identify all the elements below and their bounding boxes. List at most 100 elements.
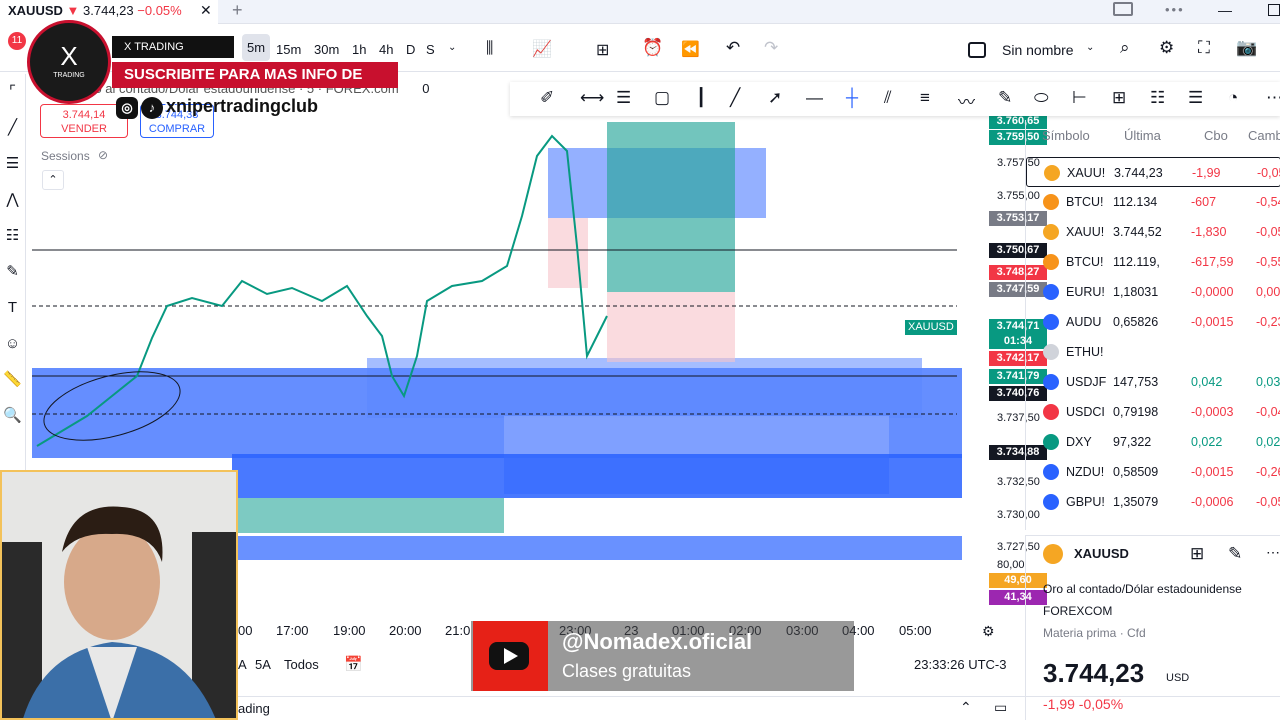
brush-icon[interactable]: ✎ — [0, 254, 25, 290]
detail-price: 3.744,23 — [1043, 658, 1145, 688]
more-tools-icon[interactable]: ⋯ — [1266, 88, 1280, 108]
interval-4h[interactable]: 4h — [379, 42, 393, 57]
candle-type-icon[interactable]: ⫼ — [486, 40, 493, 58]
templates-icon[interactable]: ⊞ — [596, 40, 609, 60]
interval-d[interactable]: D — [406, 42, 415, 57]
fullscreen-icon[interactable]: ⛶ — [1198, 38, 1210, 58]
watchlist-row[interactable]: EURU! 1,18031 -0,0000 0,00 — [1026, 277, 1280, 307]
watchlist-row[interactable]: USDJF 147,753 0,042 0,03 — [1026, 367, 1280, 397]
interval-5m[interactable]: 5m — [242, 34, 271, 61]
watchlist-pct: 0,00 — [1256, 285, 1280, 299]
parallel-icon[interactable]: ⫽ — [884, 88, 892, 108]
interval-30m[interactable]: 30m — [314, 42, 339, 57]
maximize-icon[interactable] — [1268, 4, 1280, 16]
fib-tool-icon[interactable]: ☷ — [1150, 88, 1165, 108]
watchlist-row[interactable]: BTCU! 112.119, -617,59 -0,55 — [1026, 247, 1280, 277]
indicators-icon[interactable]: 📈 — [532, 39, 552, 59]
chevron-down-icon[interactable]: ⌄ — [448, 42, 456, 53]
undo-icon[interactable]: ↶ — [726, 38, 740, 58]
eye-off-icon[interactable]: ⊘ — [98, 148, 108, 162]
camera-icon[interactable]: 📷 — [1236, 38, 1257, 58]
brush-tool-icon[interactable]: ✎ — [998, 88, 1012, 108]
arrow-icon[interactable]: ➚ — [768, 88, 782, 108]
col-change[interactable]: Cbo — [1204, 128, 1228, 143]
zigzag-icon[interactable]: 〰 — [958, 88, 975, 113]
more-icon[interactable]: ⋯ — [1266, 544, 1280, 561]
watchlist-row[interactable]: USDCI 0,79198 -0,0003 -0,04 — [1026, 397, 1280, 427]
watchlist-last: 3.744,23 — [1114, 166, 1163, 180]
magnet-icon[interactable]: ◔ — [1228, 88, 1238, 108]
hline-icon[interactable]: ⟷ — [580, 88, 604, 108]
minus-icon[interactable]: — — [806, 88, 823, 108]
sell-button[interactable]: 3.744,14 VENDER — [40, 104, 128, 138]
shape-icon[interactable]: ⬭ — [1034, 88, 1049, 108]
minimize-icon[interactable]: — — [1218, 2, 1232, 18]
new-tab-icon[interactable]: + — [232, 0, 243, 21]
search-icon[interactable]: ⌕ — [1120, 38, 1130, 58]
more-icon[interactable]: ••• — [1165, 2, 1185, 17]
col-symbol[interactable]: Símbolo — [1042, 128, 1090, 143]
ray-icon[interactable]: ╱ — [730, 88, 740, 108]
ruler-icon[interactable]: 📏 — [0, 362, 25, 398]
symbol-tab[interactable]: XAUUSD ▼ 3.744,23 −0.05% — [0, 0, 218, 24]
close-tab-icon[interactable]: ✕ — [200, 2, 212, 19]
col-last[interactable]: Última — [1124, 128, 1161, 143]
redo-icon[interactable]: ↷ — [764, 38, 778, 58]
layout-icon[interactable] — [1113, 2, 1133, 16]
grid-icon[interactable]: ⊞ — [1190, 544, 1204, 564]
watchlist-row[interactable]: XAUU! 3.744,23 -1,99 -0,05 — [1026, 157, 1280, 187]
layout-name[interactable]: Sin nombre — [1002, 42, 1074, 58]
watchlist-row[interactable]: DXY 97,322 0,022 0,02 — [1026, 427, 1280, 457]
interval-1h[interactable]: 1h — [352, 42, 366, 57]
col-change-pct[interactable]: Camb — [1248, 128, 1280, 143]
watchlist-chg: -0,0000 — [1191, 285, 1234, 299]
pen-icon[interactable]: ✐ — [540, 88, 554, 108]
range-5a[interactable]: 5A — [255, 657, 271, 672]
zoom-icon[interactable]: 🔍 — [0, 398, 25, 434]
instagram-icon: ◎ — [116, 97, 138, 119]
collapse-up-icon[interactable]: ⌃ — [960, 699, 972, 716]
checkbox-icon[interactable] — [968, 42, 986, 58]
watchlist-row[interactable]: ETHU! — [1026, 337, 1280, 367]
bottom-tab[interactable]: ading — [238, 701, 270, 716]
settings-icon[interactable]: ⚙ — [1159, 38, 1174, 58]
clock[interactable]: 23:33:26 UTC-3 — [914, 657, 1007, 672]
watchlist-row[interactable]: AUDU 0,65826 -0,0015 -0,23 — [1026, 307, 1280, 337]
pattern-icon[interactable]: ⋀ — [0, 182, 25, 218]
forecast-icon[interactable]: ☷ — [0, 218, 25, 254]
watchlist-row[interactable]: XAUU! 3.744,52 -1,830 -0,05 — [1026, 217, 1280, 247]
watchlist-row[interactable]: BTCU! 112.134 -607 -0,54 — [1026, 187, 1280, 217]
layout-chevron-icon[interactable]: ⌄ — [1086, 42, 1094, 53]
maximize-panel-icon[interactable]: ▭ — [994, 699, 1007, 716]
watchlist-row[interactable]: GBPU! 1,35079 -0,0006 -0,05 — [1026, 487, 1280, 517]
fib-icon[interactable]: ☰ — [0, 146, 25, 182]
range-a[interactable]: A — [238, 657, 247, 672]
range-all[interactable]: Todos — [284, 657, 319, 672]
collapse-icon[interactable]: ⌃ — [42, 170, 64, 190]
settings-icon[interactable]: ⚙ — [982, 623, 995, 640]
channel-icon[interactable]: ☰ — [616, 88, 631, 108]
detail-exchange: FOREXCOM — [1043, 604, 1113, 618]
interval-s[interactable]: S — [426, 42, 435, 57]
calendar-icon[interactable]: 📅 — [344, 655, 363, 673]
detail-symbol[interactable]: XAUUSD — [1074, 546, 1129, 561]
vline-icon[interactable]: ┃ — [696, 88, 706, 108]
rect-icon[interactable]: ▢ — [654, 88, 670, 108]
trendline-icon[interactable]: ╱ — [0, 110, 25, 146]
drawing-tools-column: ⌜ ╱ ☰ ⋀ ☷ ✎ T ☺ 📏 🔍 — [0, 74, 26, 474]
interval-15m[interactable]: 15m — [276, 42, 301, 57]
levels-icon[interactable]: ☰ — [1188, 88, 1203, 108]
grid-icon[interactable]: ⊞ — [1112, 88, 1126, 108]
edit-icon[interactable]: ✎ — [1228, 544, 1242, 564]
crosshair-icon[interactable]: ┼ — [846, 88, 858, 108]
emoji-icon[interactable]: ☺ — [0, 326, 25, 362]
measure-icon[interactable]: ⊢ — [1072, 88, 1087, 108]
watchlist-row[interactable]: NZDU! 0,58509 -0,0015 -0,26 — [1026, 457, 1280, 487]
alert-icon[interactable]: ⏰ — [642, 38, 663, 58]
cursor-icon[interactable]: ⌜ — [0, 74, 25, 110]
sell-label: VENDER — [61, 123, 107, 135]
watchlist-sym: USDJF — [1066, 375, 1107, 389]
list-icon[interactable]: ≡ — [920, 88, 930, 108]
replay-icon[interactable]: ⏪ — [681, 40, 700, 58]
text-icon[interactable]: T — [0, 290, 25, 326]
